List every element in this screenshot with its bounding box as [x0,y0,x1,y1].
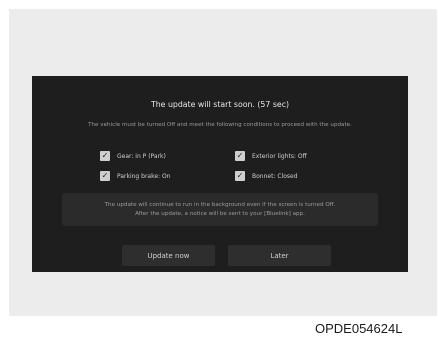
condition-label: Exterior lights: Off [252,152,307,160]
condition-label: Bonnet: Closed [252,172,298,180]
condition-label: Gear: in P (Park) [117,152,166,160]
figure: The update will start soon. (57 sec) The… [0,0,438,341]
condition-bonnet: ✓ Bonnet: Closed [235,171,298,181]
notice-line-1: The update will continue to run in the b… [104,201,336,208]
checkbox-checked-icon: ✓ [100,151,110,161]
background-update-notice: The update will continue to run in the b… [62,193,378,226]
later-button[interactable]: Later [228,245,331,266]
notice-line-2: After the update, a notice will be sent … [135,210,305,217]
dialog-title: The update will start soon. (57 sec) [150,100,290,109]
dialog-subtitle: The vehicle must be turned Off and meet … [88,122,352,128]
update-now-button[interactable]: Update now [122,245,215,266]
checkbox-checked-icon: ✓ [100,171,110,181]
condition-exterior-lights: ✓ Exterior lights: Off [235,151,307,161]
checkbox-checked-icon: ✓ [235,151,245,161]
update-dialog: The update will start soon. (57 sec) The… [32,76,408,272]
checkbox-checked-icon: ✓ [235,171,245,181]
condition-parking-brake: ✓ Parking brake: On [100,171,171,181]
figure-code: OPDE054624L [315,321,403,336]
condition-label: Parking brake: On [117,172,171,180]
condition-gear: ✓ Gear: in P (Park) [100,151,166,161]
